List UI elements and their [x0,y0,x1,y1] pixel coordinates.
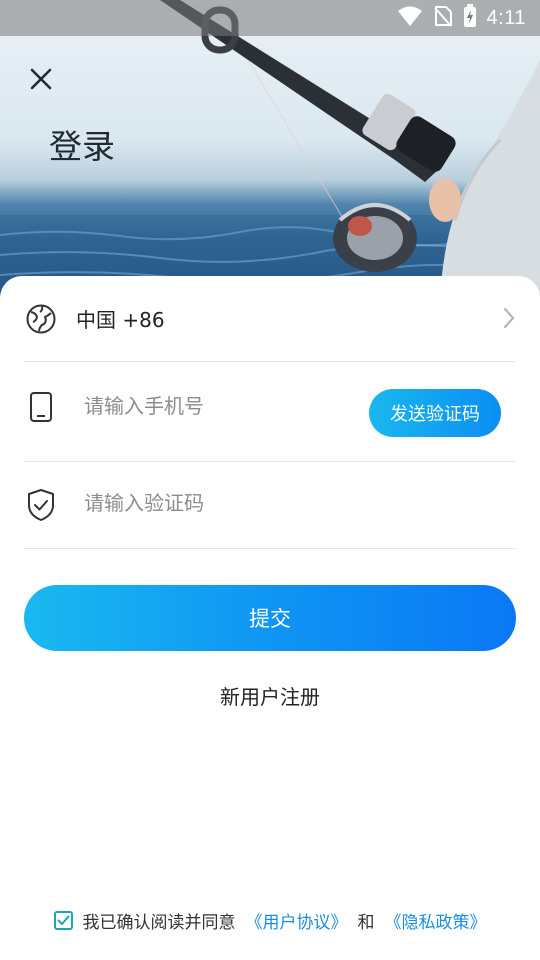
status-time: 4:11 [486,6,526,29]
phone-input[interactable] [84,388,354,424]
chevron-right-icon [502,306,516,334]
page-title: 登录 [49,127,115,166]
verification-code-input[interactable] [84,485,354,521]
no-sim-icon [433,4,453,32]
close-icon [30,68,52,90]
globe-icon [24,302,58,336]
privacy-policy-link[interactable]: 《隐私政策》 [385,908,487,933]
wifi-icon [397,5,423,31]
country-code-label: 中国 +86 [76,308,165,332]
submit-button[interactable]: 提交 [24,585,516,651]
register-link[interactable]: 新用户注册 [0,681,540,710]
battery-charging-icon [463,4,477,32]
login-card: 中国 +86 发送验证码 提交 新用户注册 [0,276,540,960]
agreement-text: 我已确认阅读并同意 [82,912,236,933]
checkmark-icon [57,915,69,925]
verification-code-row [24,462,516,549]
phone-icon [24,390,58,424]
agreement-checkbox[interactable] [53,910,73,930]
close-button[interactable] [24,62,58,96]
status-bar: 4:11 [0,0,540,36]
agreement-and-text: 和 [357,912,375,933]
shield-check-icon [24,488,58,522]
country-code-selector[interactable]: 中国 +86 [24,276,516,362]
agreement-row: 我已确认阅读并同意 《用户协议》 和 《隐私政策》 [0,906,540,934]
send-code-button[interactable]: 发送验证码 [369,389,501,437]
phone-row: 发送验证码 [24,362,516,462]
user-agreement-link[interactable]: 《用户协议》 [246,908,348,933]
